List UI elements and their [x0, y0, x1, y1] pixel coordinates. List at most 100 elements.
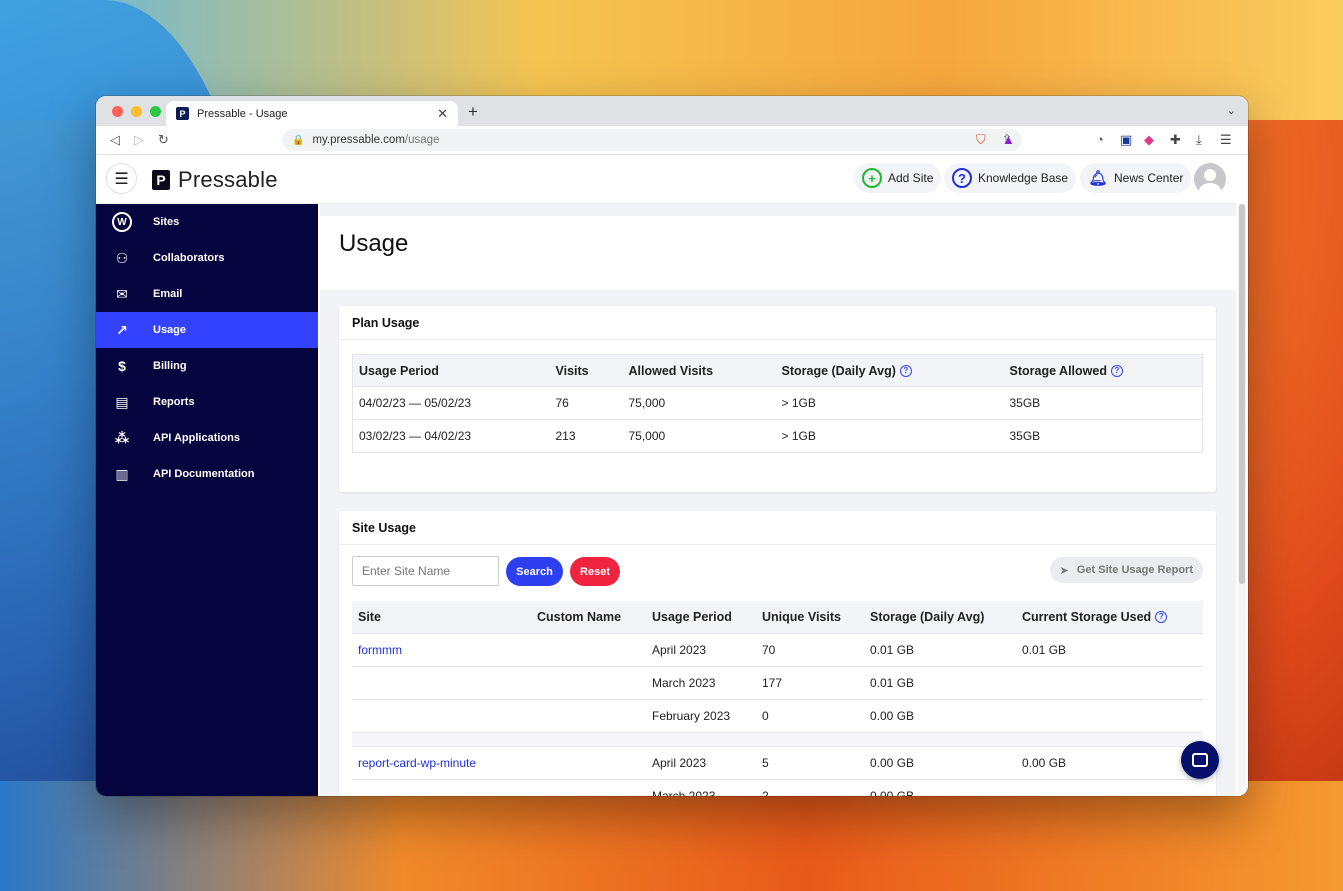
password-extension-icon[interactable]: ▣	[1120, 132, 1132, 148]
page-scrollbar[interactable]	[1238, 204, 1246, 796]
tab-bar: P Pressable - Usage ✕ + ⌄	[96, 96, 1248, 126]
news-center-label: News Center	[1114, 171, 1184, 185]
report-button-label: Get Site Usage Report	[1076, 564, 1193, 576]
table-cell: 35GB	[1003, 419, 1203, 453]
column-header-label: Storage Allowed	[1009, 363, 1107, 378]
site-link[interactable]: report-card-wp-minute	[358, 756, 476, 770]
sidebar-item-email[interactable]: ✉ Email	[96, 276, 318, 312]
pressable-logo-icon: P	[152, 170, 170, 190]
reset-button[interactable]: Reset	[570, 557, 620, 586]
scrollbar-thumb[interactable]	[1239, 204, 1245, 584]
help-icon[interactable]: ?	[1155, 611, 1168, 624]
table-row: February 2023 0 0.00 GB	[352, 698, 1203, 732]
sidebar-item-label: API Documentation	[153, 468, 255, 480]
chat-icon	[1192, 753, 1208, 767]
question-circle-icon: ?	[952, 168, 972, 188]
table-cell: report-card-wp-minute	[352, 745, 531, 779]
tab-menu-chevron-icon[interactable]: ⌄	[1227, 104, 1236, 117]
bell-icon: 🔔︎	[1088, 170, 1108, 187]
knowledge-base-button[interactable]: ? Knowledge Base	[944, 163, 1077, 193]
pressable-logo[interactable]: P Pressable	[152, 167, 278, 193]
send-icon: ➤	[1059, 564, 1069, 577]
reload-icon[interactable]: ↻	[158, 132, 169, 148]
new-tab-icon[interactable]: +	[468, 102, 478, 122]
table-cell	[531, 632, 646, 666]
column-header: Custom Name	[531, 601, 646, 633]
help-icon[interactable]: ?	[1110, 365, 1123, 378]
puzzle-icon[interactable]: ✚	[1170, 132, 1181, 148]
table-cell: April 2023	[646, 632, 756, 666]
sidebar-item-label: API Applications	[153, 432, 240, 444]
forward-icon[interactable]: ▷	[134, 132, 144, 148]
table-cell: 70	[756, 632, 864, 666]
table-cell: February 2023	[646, 698, 756, 732]
extension-icon[interactable]: ◔	[1096, 132, 1104, 147]
column-header: Usage Period	[646, 601, 756, 633]
maximize-window-button[interactable]	[150, 106, 161, 117]
brave-rewards-icon[interactable]: ▲	[1002, 132, 1015, 147]
lock-icon: 🔒	[292, 134, 305, 146]
site-usage-title: Site Usage	[339, 511, 1216, 545]
knowledge-base-label: Knowledge Base	[978, 171, 1069, 185]
network-icon: ⁂	[114, 429, 130, 446]
table-cell	[352, 731, 1203, 746]
hamburger-menu-button[interactable]: ☰	[106, 163, 137, 194]
sidebar-item-api-applications[interactable]: ⁂ API Applications	[96, 420, 318, 456]
site-usage-card: Site Usage Search Reset ➤ Get Site Usage…	[339, 511, 1216, 796]
sidebar-item-billing[interactable]: $ Billing	[96, 348, 318, 384]
sidebar: W Sites ⚇ Collaborators ✉ Email ↗ Usage …	[96, 204, 318, 796]
table-row: report-card-wp-minute April 2023 5 0.00 …	[352, 745, 1203, 779]
table-cell: 0.00 GB	[864, 745, 1016, 779]
table-cell: 0.01 GB	[1016, 632, 1203, 666]
sidebar-item-label: Billing	[153, 360, 187, 372]
column-header: Storage (Daily Avg)	[864, 601, 1016, 633]
help-icon[interactable]: ?	[899, 365, 912, 378]
table-cell: 35GB	[1003, 386, 1203, 420]
browser-tab[interactable]: P Pressable - Usage ✕	[166, 101, 458, 126]
brand-name: Pressable	[178, 167, 278, 192]
tab-title: Pressable - Usage	[197, 107, 288, 120]
sidebar-item-label: Email	[153, 288, 183, 300]
back-icon[interactable]: ◁	[110, 132, 120, 148]
add-site-button[interactable]: + Add Site	[854, 163, 942, 193]
close-window-button[interactable]	[112, 106, 123, 117]
site-link[interactable]: formmm	[358, 643, 402, 657]
news-center-button[interactable]: 🔔︎ News Center	[1080, 163, 1192, 193]
avatar[interactable]	[1194, 163, 1226, 195]
table-cell: 0.00 GB	[1016, 745, 1203, 779]
table-cell: 04/02/23 — 05/02/23	[352, 386, 550, 420]
sidebar-item-label: Reports	[153, 396, 195, 408]
table-cell: 0.01 GB	[864, 632, 1016, 666]
sidebar-item-sites[interactable]: W Sites	[96, 204, 318, 240]
table-cell	[1016, 665, 1203, 699]
brave-shield-icon[interactable]: ⛉	[976, 132, 986, 148]
sidebar-item-collaborators[interactable]: ⚇ Collaborators	[96, 240, 318, 276]
table-cell: 2	[756, 778, 864, 796]
table-spacer-row	[352, 731, 1203, 746]
wordpress-icon: W	[112, 212, 132, 232]
minimize-window-button[interactable]	[131, 106, 142, 117]
url-path: /usage	[404, 134, 440, 146]
color-extension-icon[interactable]: ◆	[1144, 132, 1154, 148]
menu-icon[interactable]: ☰	[1220, 132, 1232, 148]
plan-usage-table: Usage Period Visits Allowed Visits Stora…	[352, 354, 1203, 453]
download-icon[interactable]: ⤓	[1196, 132, 1202, 148]
table-cell: 75,000	[622, 419, 776, 453]
table-row: formmm April 2023 70 0.01 GB 0.01 GB	[352, 632, 1203, 666]
column-header-label: Storage (Daily Avg)	[781, 363, 896, 378]
table-row: 03/02/23 — 04/02/23 213 75,000 > 1GB 35G…	[352, 419, 1203, 453]
address-input[interactable]: 🔒 my.pressable.com/usage ⇪	[282, 129, 1022, 151]
chat-launcher-button[interactable]	[1181, 741, 1219, 779]
sidebar-item-api-documentation[interactable]: ▥ API Documentation	[96, 456, 318, 492]
column-header: Storage (Daily Avg)?	[775, 354, 1004, 387]
table-cell: 75,000	[622, 386, 776, 420]
close-tab-icon[interactable]: ✕	[437, 106, 448, 122]
site-usage-report-button[interactable]: ➤ Get Site Usage Report	[1049, 557, 1203, 583]
search-button[interactable]: Search	[506, 557, 563, 586]
table-cell: 03/02/23 — 04/02/23	[352, 419, 550, 453]
sidebar-item-usage[interactable]: ↗ Usage	[96, 312, 318, 348]
site-search-row: Search Reset ➤ Get Site Usage Report	[339, 545, 1216, 601]
sidebar-item-reports[interactable]: ▤ Reports	[96, 384, 318, 420]
site-name-input[interactable]	[352, 556, 499, 586]
pressable-favicon-icon: P	[176, 107, 189, 120]
